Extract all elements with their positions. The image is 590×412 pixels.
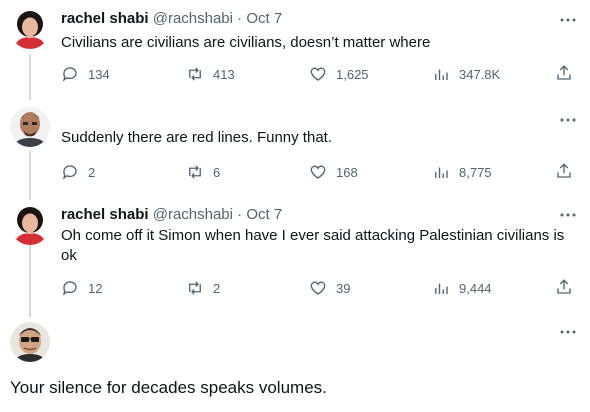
like-button[interactable]: 168 xyxy=(309,162,358,182)
ellipsis-icon xyxy=(560,330,576,334)
user-handle[interactable]: @rachshabi xyxy=(153,10,233,27)
tweet-actions: 134 413 1,625 347.8K xyxy=(61,64,581,84)
more-options-button[interactable] xyxy=(558,322,578,342)
views-count: 347.8K xyxy=(459,66,501,82)
share-button[interactable] xyxy=(555,162,573,185)
share-button[interactable] xyxy=(555,278,573,301)
like-count: 168 xyxy=(336,164,358,180)
retweet-count: 413 xyxy=(213,66,235,82)
like-button[interactable]: 39 xyxy=(309,278,350,298)
retweet-icon xyxy=(189,281,201,295)
ellipsis-icon xyxy=(560,213,576,217)
retweet-button[interactable]: 413 xyxy=(186,64,235,84)
retweet-count: 2 xyxy=(213,280,221,296)
tweet[interactable]: Suddenly there are red lines. Funny that… xyxy=(0,100,590,200)
timestamp[interactable]: Oct 7 xyxy=(246,10,282,27)
avatar[interactable] xyxy=(10,107,50,147)
share-icon xyxy=(557,163,571,178)
reply-icon xyxy=(62,281,77,296)
retweet-icon xyxy=(189,165,201,179)
reply-button[interactable]: 134 xyxy=(61,64,110,84)
tweet-text: Civilians are civilians are civilians, d… xyxy=(61,34,431,51)
reply-count: 2 xyxy=(88,164,96,180)
heart-icon xyxy=(310,281,326,295)
like-count: 1,625 xyxy=(336,66,369,82)
views-button[interactable]: 9,444 xyxy=(432,278,492,298)
ellipsis-icon xyxy=(560,18,576,22)
tweet-header: rachel shabi @rachshabi · Oct 7 xyxy=(61,9,282,29)
tweet-actions: 12 2 39 9,444 xyxy=(61,278,581,298)
heart-icon xyxy=(310,67,326,81)
share-icon xyxy=(557,279,571,294)
tweet-text: Your silence for decades speaks volumes. xyxy=(10,378,327,397)
avatar[interactable] xyxy=(10,9,50,49)
views-icon xyxy=(435,69,448,80)
heart-icon xyxy=(310,165,326,179)
avatar[interactable] xyxy=(10,322,50,362)
share-icon xyxy=(557,65,571,80)
tweet-text: Oh come off it Simon when have I ever sa… xyxy=(61,227,565,264)
views-icon xyxy=(435,167,448,178)
reply-icon xyxy=(62,67,77,82)
views-button[interactable]: 8,775 xyxy=(432,162,492,182)
like-count: 39 xyxy=(336,280,351,296)
retweet-count: 6 xyxy=(213,164,221,180)
views-button[interactable]: 347.8K xyxy=(432,64,500,84)
more-options-button[interactable] xyxy=(558,110,578,130)
retweet-icon xyxy=(189,67,201,81)
reply-count: 134 xyxy=(88,66,110,82)
views-count: 8,775 xyxy=(459,164,492,180)
like-button[interactable]: 1,625 xyxy=(309,64,369,84)
avatar[interactable] xyxy=(10,205,50,245)
tweet[interactable]: rachel shabi @rachshabi · Oct 7 Civilian… xyxy=(0,0,590,100)
user-handle[interactable]: @rachshabi xyxy=(153,206,233,223)
tweet-actions: 2 6 168 8,775 xyxy=(61,162,581,182)
more-options-button[interactable] xyxy=(558,205,578,225)
display-name[interactable]: rachel shabi xyxy=(61,10,149,27)
reply-button[interactable]: 2 xyxy=(61,162,95,182)
retweet-button[interactable]: 6 xyxy=(186,162,220,182)
retweet-button[interactable]: 2 xyxy=(186,278,220,298)
timestamp[interactable]: Oct 7 xyxy=(246,206,282,223)
separator-dot: · xyxy=(237,206,243,223)
reply-count: 12 xyxy=(88,280,103,296)
tweet-text: Suddenly there are red lines. Funny that… xyxy=(61,129,332,146)
reply-icon xyxy=(62,165,77,180)
display-name[interactable]: rachel shabi xyxy=(61,206,149,223)
views-icon xyxy=(435,283,448,294)
share-button[interactable] xyxy=(555,64,573,87)
views-count: 9,444 xyxy=(459,280,492,296)
reply-button[interactable]: 12 xyxy=(61,278,102,298)
separator-dot: · xyxy=(237,10,243,27)
more-options-button[interactable] xyxy=(558,10,578,30)
tweet-header: rachel shabi @rachshabi · Oct 7 xyxy=(61,205,282,225)
ellipsis-icon xyxy=(560,118,576,122)
tweet[interactable]: rachel shabi @rachshabi · Oct 7 Oh come … xyxy=(0,200,590,318)
